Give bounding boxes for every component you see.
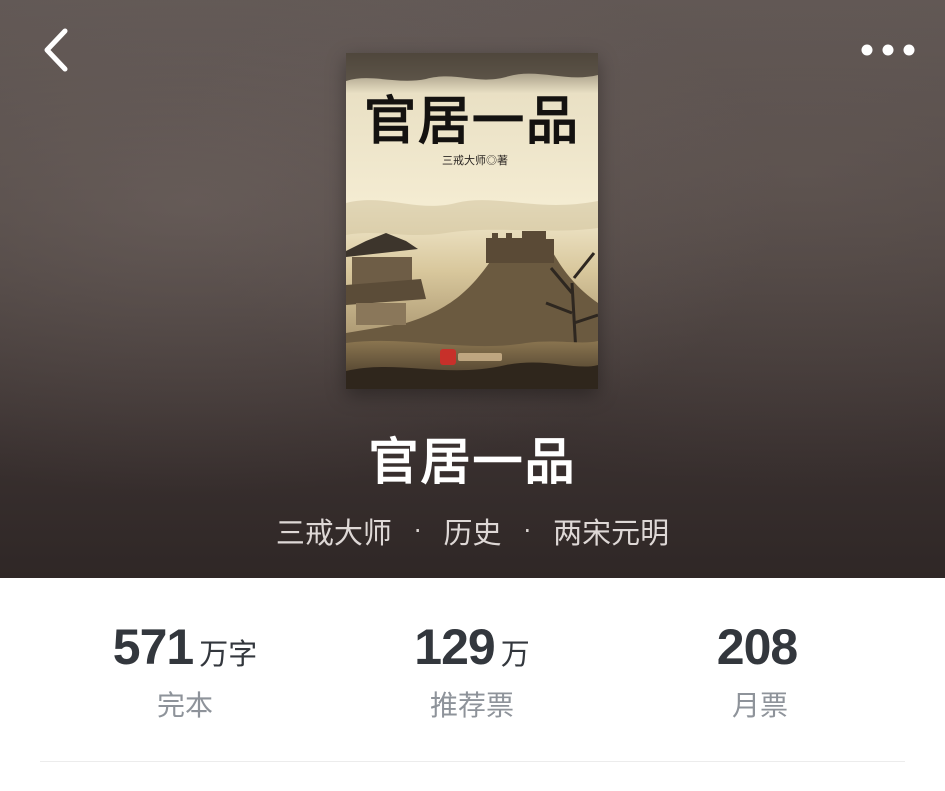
stat-recommend-votes[interactable]: 129 万 推荐票	[322, 618, 622, 724]
book-meta: 三戒大师 · 历史 · 两宋元明	[0, 510, 945, 552]
meta-separator: ·	[413, 517, 422, 545]
stat-label: 推荐票	[429, 689, 514, 722]
stat-value: 129	[414, 619, 495, 675]
book-author[interactable]: 三戒大师	[276, 510, 392, 552]
book-cover[interactable]: 官居一品 三戒大师◎著	[346, 53, 598, 389]
stat-unit: 万字	[199, 637, 258, 671]
stat-value: 208	[716, 619, 798, 675]
stat-label: 完本	[156, 689, 213, 722]
book-stats: 571 万字 完本 129 万 推荐票 208 月票	[0, 578, 945, 791]
stat-value: 571	[112, 619, 194, 675]
stat-label: 月票	[731, 689, 788, 722]
more-horizontal-icon	[861, 44, 915, 56]
cover-title: 官居一品	[363, 91, 580, 152]
book-category[interactable]: 历史	[443, 510, 501, 552]
cover-author-credit: 三戒大师◎著	[442, 155, 508, 167]
stat-unit: 万	[500, 637, 530, 671]
book-header: 官居一品 三戒大师◎著 官居一品 三戒大师 · 历史 · 两宋元明	[0, 0, 945, 578]
section-divider	[40, 761, 905, 762]
back-button[interactable]	[30, 24, 82, 76]
more-button[interactable]	[853, 28, 923, 72]
book-subcategory[interactable]: 两宋元明	[553, 510, 669, 552]
chevron-left-icon	[44, 28, 68, 72]
book-title: 官居一品	[368, 432, 577, 491]
stat-monthly-votes[interactable]: 208 月票	[610, 618, 910, 724]
stat-word-count: 571 万字 完本	[35, 618, 335, 724]
meta-separator: ·	[523, 517, 532, 545]
